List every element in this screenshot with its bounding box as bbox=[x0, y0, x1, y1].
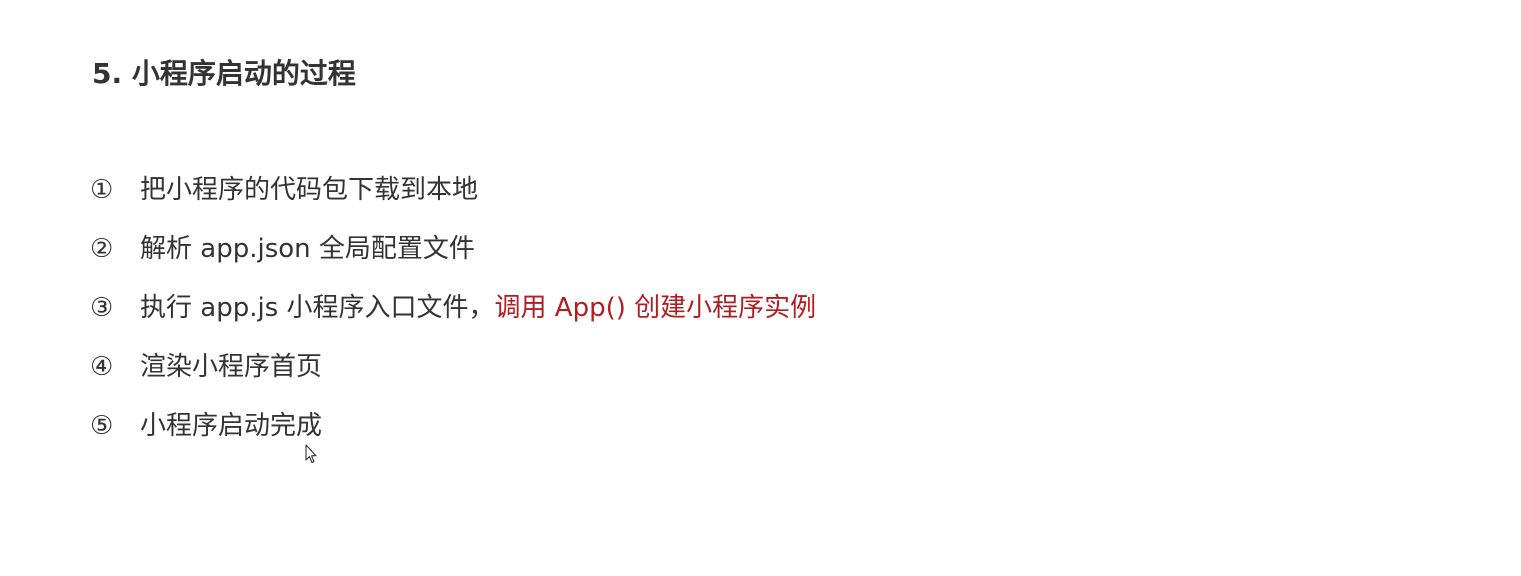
list-item-step-4: ④ 渲染小程序首页 bbox=[90, 349, 816, 385]
mouse-pointer-icon bbox=[305, 444, 317, 463]
step-text: 解析 app.json 全局配置文件 bbox=[140, 234, 475, 264]
step-number: ③ bbox=[90, 293, 114, 323]
list-item-step-3: ③ 执行 app.js 小程序入口文件， 调用 App() 创建小程序实例 bbox=[90, 290, 816, 326]
step-highlight-text: 调用 App() 创建小程序实例 bbox=[494, 293, 817, 323]
step-number: ⑤ bbox=[90, 411, 114, 441]
list-item-step-1: ① 把小程序的代码包下载到本地 bbox=[90, 172, 816, 208]
step-text: 小程序启动完成 bbox=[140, 411, 323, 441]
step-number: ① bbox=[90, 175, 114, 205]
step-text: 渲染小程序首页 bbox=[140, 352, 323, 382]
startup-steps-list: ① 把小程序的代码包下载到本地 ② 解析 app.json 全局配置文件 ③ 执… bbox=[90, 172, 816, 467]
step-number: ④ bbox=[90, 352, 114, 382]
step-text: 把小程序的代码包下载到本地 bbox=[140, 175, 479, 205]
list-item-step-2: ② 解析 app.json 全局配置文件 bbox=[90, 231, 816, 267]
step-text: 执行 app.js 小程序入口文件， bbox=[140, 293, 495, 323]
step-number: ② bbox=[90, 234, 114, 264]
list-item-step-5: ⑤ 小程序启动完成 bbox=[90, 408, 816, 444]
page-title: 5. 小程序启动的过程 bbox=[92, 57, 356, 90]
